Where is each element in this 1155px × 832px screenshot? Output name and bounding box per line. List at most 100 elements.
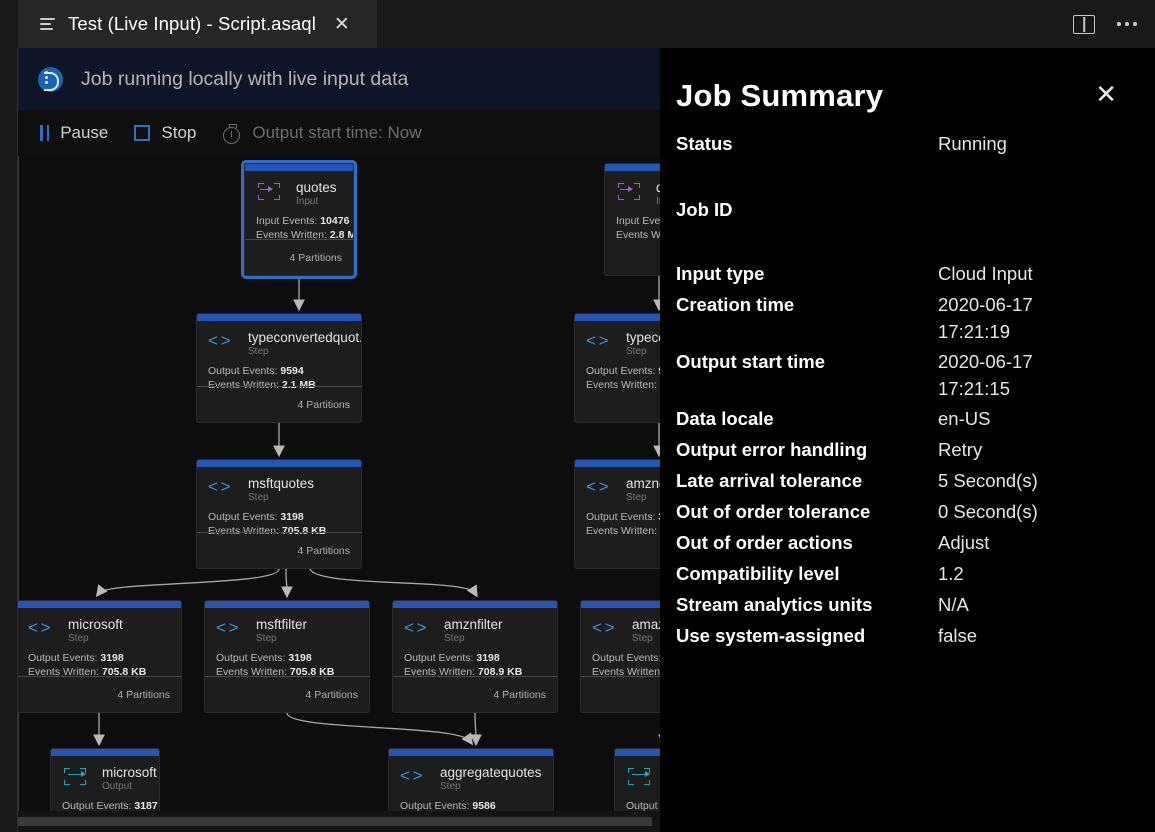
summary-value: en-US — [938, 405, 990, 432]
node-accent-bar — [197, 460, 361, 467]
node-header: < > amznfilter Step — [404, 617, 546, 645]
node-type: Step — [248, 492, 314, 504]
code-icon: < > — [208, 331, 238, 353]
node-body: < > microsoft Step Output Events: 3198Ev… — [18, 608, 181, 679]
diagram-node-amznfilter[interactable]: < > amznfilter Step Output Events: 3198E… — [392, 600, 558, 713]
output-start-time-label: Output start time: Now — [252, 123, 421, 143]
summary-key: Input type — [676, 260, 938, 287]
summary-key: Output start time — [676, 348, 938, 375]
summary-key: Job ID — [676, 196, 938, 223]
summary-row: Out of order tolerance0 Second(s) — [676, 498, 1119, 526]
summary-row: Output error handlingRetry — [676, 436, 1119, 464]
node-metrics: Output Events: 3198Events Written: 708.9… — [404, 651, 546, 679]
node-type: Output — [102, 781, 157, 793]
horizontal-scrollbar-thumb[interactable] — [18, 817, 652, 826]
code-icon: < > — [28, 618, 58, 640]
node-metrics: Output Events: 3198Events Written: 705.8… — [28, 651, 170, 679]
summary-row: Stream analytics unitsN/A — [676, 591, 1119, 619]
node-body: < > amznfilter Step Output Events: 3198E… — [393, 608, 557, 679]
summary-row: Input typeCloud Input — [676, 260, 1119, 288]
tab-bar-actions — [1073, 0, 1141, 48]
node-metric: Output Events: 3198 — [28, 651, 170, 665]
stop-label: Stop — [161, 123, 196, 143]
node-metrics: Output Events: 3187 — [62, 799, 148, 811]
node-partitions: 4 Partitions — [197, 386, 361, 422]
output-icon — [62, 766, 92, 788]
node-metric: Input Events: 10476 — [256, 214, 342, 228]
node-metrics: Output Events: 9586Events Written: 343.2… — [400, 799, 542, 811]
summary-value: 0 Second(s) — [938, 498, 1038, 525]
summary-key: Out of order tolerance — [676, 498, 938, 525]
node-header: quotes Input — [256, 180, 342, 208]
node-accent-bar — [393, 601, 557, 608]
close-icon[interactable]: ✕ — [334, 15, 350, 34]
summary-key: Compatibility level — [676, 560, 938, 587]
node-partitions: 4 Partitions — [197, 532, 361, 568]
input-icon — [616, 181, 646, 203]
code-icon: < > — [404, 618, 434, 640]
diagram-node-quotes[interactable]: quotes Input Input Events: 10476Events W… — [244, 163, 354, 276]
node-metric: Output Events: 9594 — [208, 364, 350, 378]
tab-bar: Test (Live Input) - Script.asaql ✕ — [18, 0, 1155, 48]
node-accent-bar — [205, 601, 369, 608]
node-metric: Output Events: 3198 — [208, 510, 350, 524]
summary-row: Out of order actionsAdjust — [676, 529, 1119, 557]
summary-key: Late arrival tolerance — [676, 467, 938, 494]
node-header: < > msftfilter Step — [216, 617, 358, 645]
diagram-node-msftfilter[interactable]: < > msftfilter Step Output Events: 3198E… — [204, 600, 370, 713]
summary-key: Stream analytics units — [676, 591, 938, 618]
node-body: < > msftfilter Step Output Events: 3198E… — [205, 608, 369, 679]
summary-key: Use system-assigned — [676, 622, 938, 649]
summary-value: N/A — [938, 591, 969, 618]
node-metric: Output Events: 3198 — [404, 651, 546, 665]
summary-value: Running — [938, 130, 1007, 157]
code-icon: < > — [586, 477, 616, 499]
more-actions-icon[interactable] — [1113, 14, 1141, 34]
node-accent-bar — [197, 314, 361, 321]
node-metrics: Output Events: 3198Events Written: 705.8… — [216, 651, 358, 679]
summary-value: 2020-06-17 17:21:19 — [938, 291, 1033, 345]
diagram-node-msftquotes[interactable]: < > msftquotes Step Output Events: 3198E… — [196, 459, 362, 569]
summary-value: 1.2 — [938, 560, 964, 587]
job-running-spinner-icon — [38, 67, 63, 92]
node-type: Step — [444, 633, 503, 645]
summary-value: Adjust — [938, 529, 989, 556]
summary-key: Creation time — [676, 291, 938, 318]
node-header: < > microsoft Step — [28, 617, 170, 645]
tab-test-live-input[interactable]: Test (Live Input) - Script.asaql ✕ — [18, 0, 377, 48]
close-icon[interactable]: ✕ — [1093, 78, 1119, 112]
summary-row: Output start time2020-06-17 17:21:15 — [676, 348, 1119, 402]
diagram-node-microsoft-step[interactable]: < > microsoft Step Output Events: 3198Ev… — [18, 600, 182, 713]
node-accent-bar — [18, 601, 181, 608]
code-icon: < > — [208, 477, 238, 499]
app-window: Test (Live Input) - Script.asaql ✕ Job r… — [0, 0, 1155, 832]
summary-value: Retry — [938, 436, 982, 463]
node-type: Step — [68, 633, 123, 645]
pause-button[interactable]: Pause — [40, 123, 108, 143]
summary-row: Creation time2020-06-17 17:21:19 — [676, 291, 1119, 345]
job-summary-rows: StatusRunning Job ID Input typeCloud Input… — [676, 130, 1119, 650]
node-title: microsoft — [102, 765, 157, 780]
summary-key: Status — [676, 130, 938, 157]
diagram-node-typeconvertedquotes[interactable]: < > typeconvertedquot... Step Output Eve… — [196, 313, 362, 423]
summary-row: Data localeen-US — [676, 405, 1119, 433]
page-title: Job Summary — [676, 78, 883, 114]
activity-rail — [0, 0, 18, 832]
stop-button[interactable]: Stop — [134, 123, 196, 143]
node-title: msftquotes — [248, 476, 314, 491]
banner-text: Job running locally with live input data — [81, 68, 408, 91]
node-metric: Output Events: 3187 — [62, 799, 148, 811]
node-title: amznfilter — [444, 617, 503, 632]
node-title: typeconvertedquot... — [248, 330, 362, 345]
summary-key: Out of order actions — [676, 529, 938, 556]
summary-row: Job ID — [676, 161, 1119, 257]
list-icon — [40, 17, 56, 31]
diagram-node-microsoft-output[interactable]: microsoft Output Output Events: 3187 — [50, 748, 160, 811]
split-editor-icon[interactable] — [1073, 15, 1095, 34]
pause-icon — [40, 125, 49, 141]
summary-row: Use system-assignedfalse — [676, 622, 1119, 650]
output-start-time-button[interactable]: Output start time: Now — [222, 123, 421, 143]
node-title: aggregatequotes — [440, 765, 541, 780]
node-partitions: 4 Partitions — [18, 676, 181, 712]
diagram-node-aggregatequotes[interactable]: < > aggregatequotes Step Output Events: … — [388, 748, 554, 811]
